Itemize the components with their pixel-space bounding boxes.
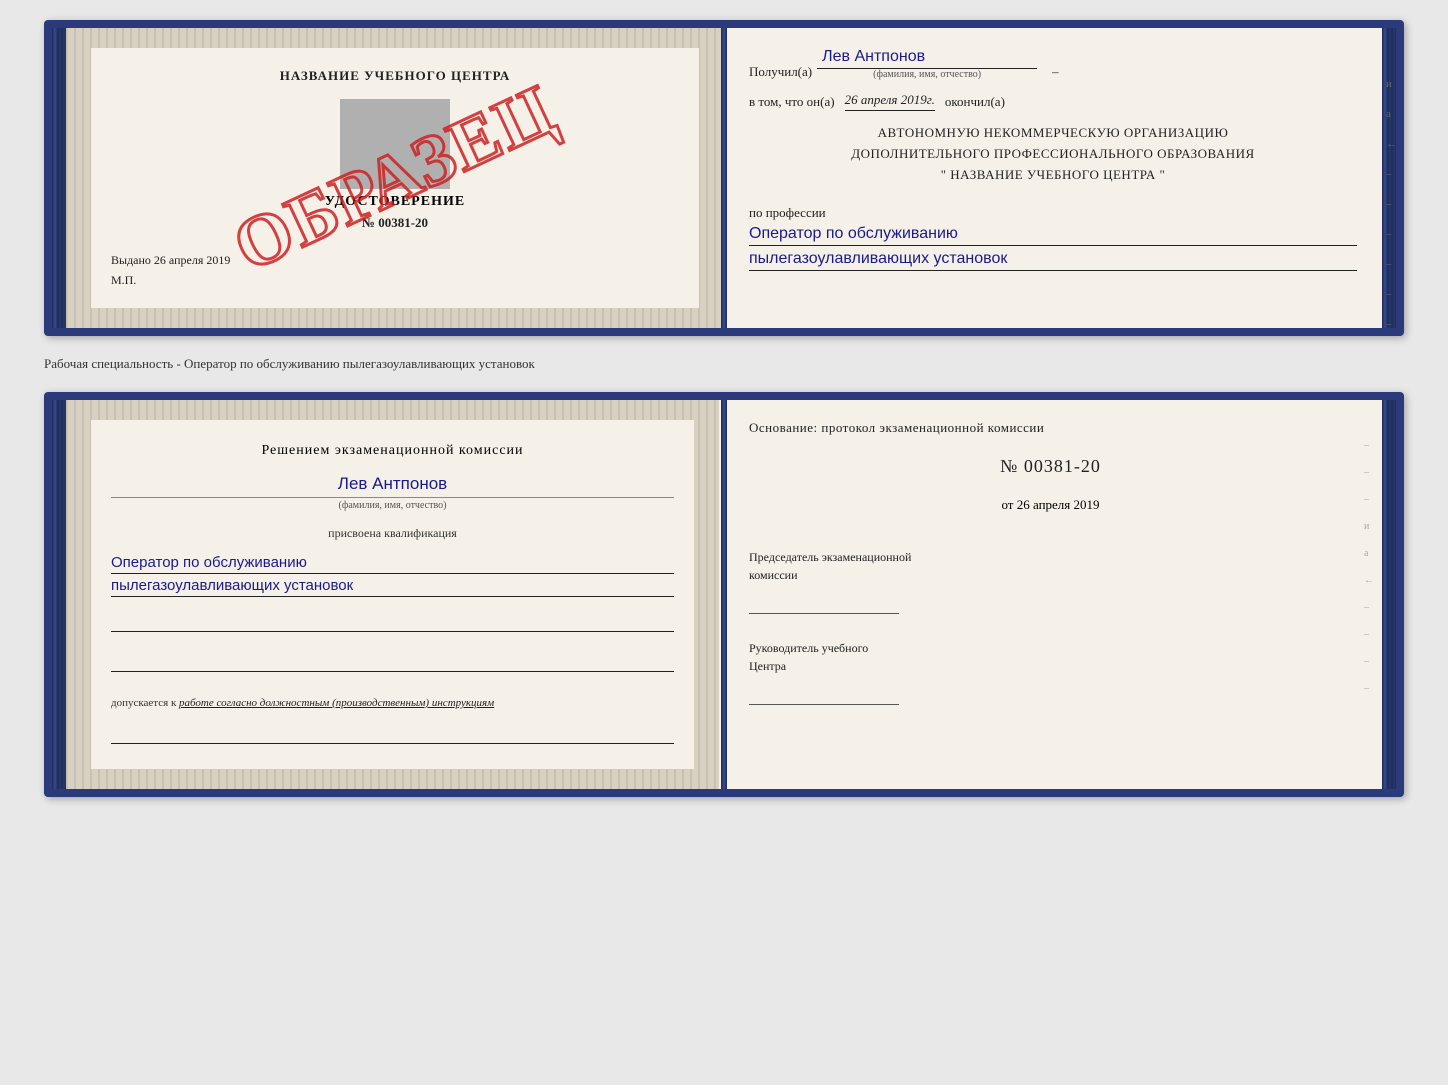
bottom-person-name: Лев Антпонов — [111, 474, 674, 494]
head-label: Руководитель учебного Центра — [749, 639, 1352, 675]
osnование-section: Основание: протокол экзаменационной коми… — [749, 420, 1352, 436]
head-block: Руководитель учебного Центра — [749, 639, 1352, 705]
right-page-top: Получил(а) Лев Антпонов (фамилия, имя, о… — [724, 28, 1382, 328]
org-line2: ДОПОЛНИТЕЛЬНОГО ПРОФЕССИОНАЛЬНОГО ОБРАЗО… — [749, 144, 1357, 165]
completed-label: в том, что он(а) — [749, 94, 835, 110]
blank-line-1 — [111, 612, 674, 632]
bottom-left-inner: Решением экзаменационной комиссии Лев Ан… — [91, 420, 694, 769]
school-name-top: НАЗВАНИЕ УЧЕБНОГО ЦЕНТРА — [280, 68, 511, 84]
received-label: Получил(а) — [749, 64, 812, 80]
side-mark-b4: и — [1364, 521, 1374, 532]
profession-label: по профессии — [749, 205, 826, 220]
bottom-fio-label: (фамилия, имя, отчество) — [111, 497, 674, 511]
center-spine — [721, 28, 727, 328]
qualification-assigned-label: присвоена квалификация — [111, 526, 674, 541]
profession-line1: Оператор по обслуживанию — [749, 225, 1357, 246]
side-mark-b2: – — [1364, 467, 1374, 478]
org-line3: " НАЗВАНИЕ УЧЕБНОГО ЦЕНТРА " — [749, 165, 1357, 186]
side-marks-bottom: – – – и а ← – – – – — [1364, 440, 1374, 694]
right-binding-bottom — [1382, 400, 1396, 789]
qualification-line2: пылегазоулавливающих установок — [111, 577, 674, 597]
side-mark-b3: – — [1364, 494, 1374, 505]
допускается-value: работе согласно должностным (производств… — [179, 697, 494, 709]
left-binding-bottom — [52, 400, 66, 789]
chairman-label: Председатель экзаменационной комиссии — [749, 548, 1352, 584]
issued-date-block: Выдано 26 апреля 2019 — [111, 253, 679, 268]
fio-label-top: (фамилия, имя, отчество) — [873, 69, 981, 80]
side-mark1: и — [1386, 78, 1397, 90]
side-marks-top: и а ← – – – – – – — [1386, 78, 1397, 330]
protocol-date-value: 26 апреля 2019 — [1017, 497, 1100, 512]
blank-line-2 — [111, 652, 674, 672]
completed-word: окончил(а) — [945, 94, 1005, 110]
side-mark-b10: – — [1364, 683, 1374, 694]
side-mark-b5: а — [1364, 548, 1374, 559]
допускается-block: допускается к работе согласно должностны… — [111, 697, 674, 709]
completion-date: 26 апреля 2019г. — [845, 92, 935, 111]
side-mark5: – — [1386, 198, 1397, 210]
bottom-left-page: Решением экзаменационной комиссии Лев Ан… — [66, 400, 719, 789]
osnование-label: Основание: протокол экзаменационной коми… — [749, 420, 1044, 435]
bottom-certificate: Решением экзаменационной комиссии Лев Ан… — [44, 392, 1404, 797]
side-mark-b9: – — [1364, 656, 1374, 667]
side-mark8: – — [1386, 288, 1397, 300]
mp-line: М.П. — [111, 273, 136, 288]
dash-right: – — [1052, 64, 1059, 80]
org-block: АВТОНОМНУЮ НЕКОММЕРЧЕСКУЮ ОРГАНИЗАЦИЮ ДО… — [749, 123, 1357, 185]
photo-placeholder — [340, 99, 450, 189]
left-binding — [52, 28, 66, 328]
side-mark-b8: – — [1364, 629, 1374, 640]
cert-title: УДОСТОВЕРЕНИЕ — [325, 194, 465, 210]
side-mark4: – — [1386, 168, 1397, 180]
recipient-name: Лев Антпонов — [817, 48, 1037, 69]
head-signature-line — [749, 680, 899, 705]
completion-line: в том, что он(а) 26 апреля 2019г. окончи… — [749, 92, 1357, 111]
head-line2: Центра — [749, 659, 786, 673]
cert-number: № 00381-20 — [325, 215, 465, 231]
recipient-line: Получил(а) Лев Антпонов (фамилия, имя, о… — [749, 48, 1357, 80]
side-mark-b1: – — [1364, 440, 1374, 451]
bottom-right-page: Основание: протокол экзаменационной коми… — [719, 400, 1382, 789]
issued-date: 26 апреля 2019 — [154, 253, 230, 267]
org-line1: АВТОНОМНУЮ НЕКОММЕРЧЕСКУЮ ОРГАНИЗАЦИЮ — [749, 123, 1357, 144]
side-mark9: – — [1386, 318, 1397, 330]
chairman-line1: Председатель экзаменационной — [749, 550, 911, 564]
head-line1: Руководитель учебного — [749, 641, 868, 655]
protocol-date: от 26 апреля 2019 — [749, 497, 1352, 513]
допускается-label: допускается к — [111, 697, 176, 709]
chairman-block: Председатель экзаменационной комиссии — [749, 548, 1352, 614]
decision-header: Решением экзаменационной комиссии — [111, 440, 674, 461]
side-mark6: – — [1386, 228, 1397, 240]
right-top-content: Получил(а) Лев Антпонов (фамилия, имя, о… — [749, 48, 1357, 271]
chairman-line2: комиссии — [749, 568, 798, 582]
blank-line-3 — [111, 724, 674, 744]
issued-label: Выдано — [111, 253, 151, 267]
profession-block: по профессии Оператор по обслуживанию пы… — [749, 205, 1357, 271]
protocol-date-prefix: от — [1001, 497, 1013, 512]
chairman-signature-line — [749, 589, 899, 614]
side-mark-b7: – — [1364, 602, 1374, 613]
decision-name-block: Лев Антпонов (фамилия, имя, отчество) — [111, 471, 674, 511]
profession-line2: пылегазоулавливающих установок — [749, 250, 1357, 271]
side-mark3: ← — [1386, 138, 1397, 150]
side-mark-b6: ← — [1364, 575, 1374, 586]
side-mark7: – — [1386, 258, 1397, 270]
left-page-top: НАЗВАНИЕ УЧЕБНОГО ЦЕНТРА УДОСТОВЕРЕНИЕ №… — [66, 28, 724, 328]
qualification-block: Оператор по обслуживанию пылегазоулавлив… — [111, 551, 674, 597]
top-certificate: НАЗВАНИЕ УЧЕБНОГО ЦЕНТРА УДОСТОВЕРЕНИЕ №… — [44, 20, 1404, 336]
qualification-line1: Оператор по обслуживанию — [111, 554, 674, 574]
document-container: НАЗВАНИЕ УЧЕБНОГО ЦЕНТРА УДОСТОВЕРЕНИЕ №… — [44, 20, 1404, 797]
spacing-text: Рабочая специальность - Оператор по обсл… — [44, 351, 1404, 377]
protocol-number: № 00381-20 — [749, 456, 1352, 477]
side-mark2: а — [1386, 108, 1397, 120]
left-page-inner-top: НАЗВАНИЕ УЧЕБНОГО ЦЕНТРА УДОСТОВЕРЕНИЕ №… — [91, 48, 699, 308]
center-spine-bottom — [721, 400, 727, 789]
